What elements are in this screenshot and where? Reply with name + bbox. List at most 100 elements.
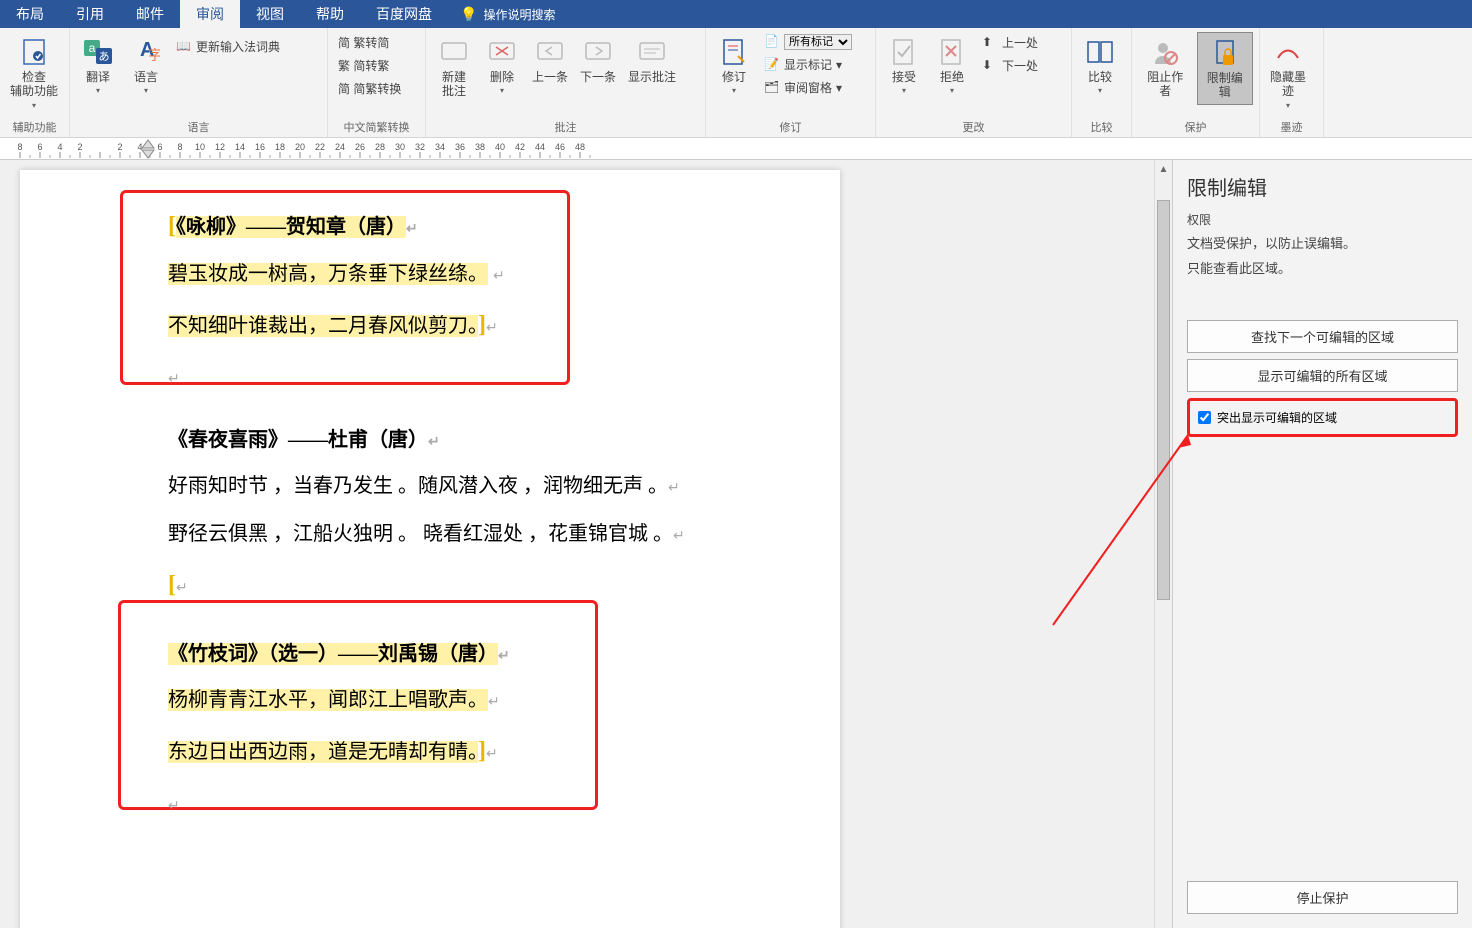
reject-button: 拒绝 ▾ [930, 32, 974, 99]
ime-icon: 📖 [176, 39, 192, 55]
compare-button[interactable]: 比较 ▾ [1078, 32, 1122, 99]
document-area[interactable]: [《咏柳》——贺知章（唐）↵ 碧玉妆成一树高，万条垂下绿丝绦。 ↵ 不知细叶谁裁… [0, 160, 1154, 928]
pane-info-1: 文档受保护，以防止误编辑。 [1187, 234, 1458, 255]
language-button[interactable]: A字 语言 ▾ [124, 32, 168, 99]
svg-text:8: 8 [177, 142, 182, 152]
poem-3-line-2[interactable]: 东边日出西边雨，道是无晴却有晴。 [168, 741, 478, 763]
poem-2: 《春夜喜雨》——杜甫（唐）↵ 好雨知时节 ，当春乃发生 。随风潜入夜 ，润物细无… [168, 423, 790, 607]
ribbon-tabs: 布局 引用 邮件 审阅 视图 帮助 百度网盘 💡 操作说明搜索 [0, 0, 1472, 28]
highlight-regions-checkbox[interactable] [1198, 411, 1211, 424]
chevron-down-icon: ▾ [96, 86, 100, 95]
chevron-down-icon: ▾ [732, 86, 736, 95]
svg-text:12: 12 [215, 142, 225, 152]
lightbulb-icon: 💡 [460, 6, 477, 23]
tab-help[interactable]: 帮助 [300, 0, 360, 28]
horizontal-ruler[interactable]: 8642246810121416182022242628303234363840… [0, 138, 1472, 160]
new-comment-button: 新建 批注 [432, 32, 476, 103]
pane-info-2: 只能查看此区域。 [1187, 259, 1458, 280]
reject-icon [936, 36, 968, 68]
tab-mailings[interactable]: 邮件 [120, 0, 180, 28]
chevron-down-icon: ▾ [1286, 101, 1290, 110]
tab-layout[interactable]: 布局 [0, 0, 60, 28]
annotation-box-checkbox: 突出显示可编辑的区域 [1187, 398, 1458, 437]
track-changes-button[interactable]: 修订 ▾ [712, 32, 756, 99]
tab-view[interactable]: 视图 [240, 0, 300, 28]
accept-icon [888, 36, 920, 68]
svg-text:26: 26 [355, 142, 365, 152]
svg-text:字: 字 [148, 47, 160, 63]
scrollbar-thumb[interactable] [1157, 200, 1170, 600]
svg-text:48: 48 [575, 142, 585, 152]
svg-text:42: 42 [515, 142, 525, 152]
show-markup-button[interactable]: 📝 显示标记 ▾ [760, 54, 856, 75]
highlight-regions-checkbox-row[interactable]: 突出显示可编辑的区域 [1192, 403, 1453, 432]
display-select[interactable]: 所有标记 [784, 34, 852, 50]
vertical-scrollbar[interactable]: ▲ [1154, 160, 1172, 928]
chevron-down-icon: ▾ [144, 86, 148, 95]
trad-to-simp-button: 简 繁转简 [334, 32, 405, 53]
compare-icon [1084, 36, 1116, 68]
document-page[interactable]: [《咏柳》——贺知章（唐）↵ 碧玉妆成一树高，万条垂下绿丝绦。 ↵ 不知细叶谁裁… [20, 170, 840, 928]
svg-text:8: 8 [17, 142, 22, 152]
poem-2-title[interactable]: 《春夜喜雨》——杜甫（唐）↵ [168, 423, 790, 452]
show-comments-icon [636, 36, 668, 68]
svg-text:14: 14 [235, 142, 245, 152]
block-authors-button: 阻止作者 [1138, 32, 1193, 103]
show-all-regions-button[interactable]: 显示可编辑的所有区域 [1187, 359, 1458, 392]
translate-button[interactable]: aあ 翻译 ▾ [76, 32, 120, 99]
tab-references[interactable]: 引用 [60, 0, 120, 28]
svg-text:20: 20 [295, 142, 305, 152]
reviewing-pane-button[interactable]: 🗂 审阅窗格 ▾ [760, 77, 856, 98]
tell-me-search[interactable]: 💡 操作说明搜索 [448, 0, 567, 28]
tab-baidu[interactable]: 百度网盘 [360, 0, 448, 28]
delete-comment-button: 删除 ▾ [480, 32, 524, 99]
next-comment-button: 下一条 [576, 32, 620, 88]
poem-2-line-1[interactable]: 好雨知时节 ，当春乃发生 。随风潜入夜 ，润物细无声 。↵ [168, 468, 790, 504]
find-next-region-button[interactable]: 查找下一个可编辑的区域 [1187, 320, 1458, 353]
svg-text:あ: あ [99, 50, 110, 63]
pane-section-label: 权限 [1187, 211, 1458, 228]
chevron-down-icon: ▾ [1098, 86, 1102, 95]
svg-text:2: 2 [117, 142, 122, 152]
scroll-up-arrow[interactable]: ▲ [1155, 160, 1172, 178]
next-change-button[interactable]: ⬇下一处 [978, 55, 1042, 76]
check-accessibility-button[interactable]: 检查 辅助功能 ▾ [6, 32, 62, 114]
prev-icon: ⬆ [982, 35, 998, 51]
hide-ink-button[interactable]: 隐藏墨 迹 ▾ [1266, 32, 1310, 114]
tab-review[interactable]: 审阅 [180, 0, 240, 28]
svg-text:22: 22 [315, 142, 325, 152]
restrict-editing-button[interactable]: 限制编辑 [1197, 32, 1254, 105]
restrict-icon [1209, 37, 1241, 69]
simp-to-trad-button: 繁 简转繁 [334, 55, 405, 76]
display-for-review-dropdown[interactable]: 📄 所有标记 [760, 32, 856, 52]
stop-protection-button[interactable]: 停止保护 [1187, 881, 1458, 914]
update-ime-button[interactable]: 📖 更新输入法词典 [172, 36, 284, 57]
show-markup-icon: 📝 [764, 57, 780, 73]
poem-1-title[interactable]: 《咏柳》——贺知章（唐） [176, 216, 406, 238]
svg-text:16: 16 [255, 142, 265, 152]
svg-text:40: 40 [495, 142, 505, 152]
markup-icon: 📄 [764, 34, 780, 50]
svg-text:18: 18 [275, 142, 285, 152]
translate-icon: aあ [82, 36, 114, 68]
restrict-editing-pane: 限制编辑 权限 文档受保护，以防止误编辑。 只能查看此区域。 查找下一个可编辑的… [1172, 160, 1472, 928]
poem-2-line-2[interactable]: 野径云俱黑 ，江船火独明 。 晓看红湿处 ，花重锦官城 。↵ [168, 516, 790, 552]
svg-text:2: 2 [77, 142, 82, 152]
pane-icon: 🗂 [764, 80, 780, 96]
poem-1-line-2[interactable]: 不知细叶谁裁出，二月春风似剪刀。 [168, 315, 478, 337]
ink-icon [1272, 36, 1304, 68]
poem-3-line-1[interactable]: 杨柳青青江水平，闻郎江上唱歌声。 [168, 689, 488, 711]
poem-3-title[interactable]: 《竹枝词》（选一）——刘禹锡（唐） [168, 643, 498, 665]
prev-change-button[interactable]: ⬆上一处 [978, 32, 1042, 53]
svg-text:38: 38 [475, 142, 485, 152]
next-comment-icon [582, 36, 614, 68]
svg-text:24: 24 [335, 142, 345, 152]
svg-text:30: 30 [395, 142, 405, 152]
poem-3: 《竹枝词》（选一）——刘禹锡（唐）↵ 杨柳青青江水平，闻郎江上唱歌声。↵ 东边日… [168, 637, 790, 821]
svg-text:10: 10 [195, 142, 205, 152]
prev-comment-button: 上一条 [528, 32, 572, 88]
svg-text:32: 32 [415, 142, 425, 152]
chevron-down-icon: ▾ [32, 101, 36, 110]
comment-icon [438, 36, 470, 68]
poem-1-line-1[interactable]: 碧玉妆成一树高，万条垂下绿丝绦。 [168, 263, 488, 285]
